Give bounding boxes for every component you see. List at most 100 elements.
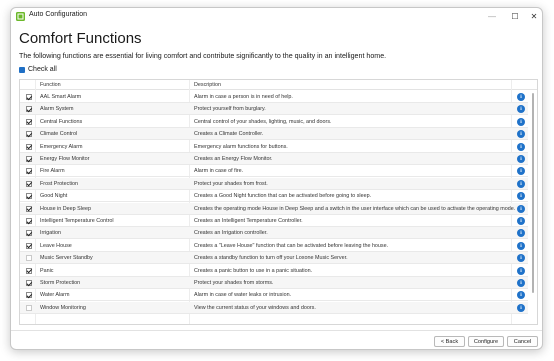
row-checkbox[interactable] — [26, 218, 32, 224]
info-icon[interactable]: i — [517, 254, 525, 263]
table-row[interactable]: Music Server Standby Creates a standby fu… — [20, 252, 528, 265]
info-icon[interactable]: i — [517, 217, 525, 225]
table-row[interactable]: AAL Smart Alarm Alarm in case a person is… — [20, 91, 528, 103]
function-name: AAL Smart Alarm — [40, 94, 82, 100]
function-description: Emergency alarm functions for buttons. — [194, 143, 288, 150]
row-checkbox[interactable] — [26, 131, 32, 138]
scrollbar-thumb[interactable] — [532, 93, 534, 293]
back-button[interactable]: < Back — [434, 336, 465, 347]
function-name: Central Functions — [40, 118, 83, 125]
function-name: Irrigation — [40, 230, 61, 237]
info-icon[interactable]: i — [517, 266, 525, 275]
row-checkbox[interactable] — [26, 280, 32, 286]
info-icon[interactable]: i — [517, 167, 525, 176]
function-description: Alarm in case a person is in need of hel… — [194, 94, 293, 100]
dialog-footer: < Back Configure Cancel — [11, 330, 542, 349]
close-icon[interactable]: ✕ — [522, 8, 542, 25]
info-icon[interactable]: i — [517, 179, 525, 188]
function-name: Fire Alarm — [40, 168, 65, 175]
configure-button[interactable]: Configure — [468, 336, 504, 347]
row-checkbox[interactable] — [26, 255, 32, 262]
table-row[interactable]: Climate Control Creates a Climate Control… — [20, 128, 528, 141]
cancel-button[interactable]: Cancel — [507, 336, 538, 347]
info-icon[interactable]: i — [517, 229, 525, 238]
function-name: Frost Protection — [40, 180, 79, 187]
info-icon[interactable]: i — [517, 241, 525, 250]
window-title: Auto Configuration — [29, 11, 87, 18]
info-icon[interactable]: i — [517, 130, 525, 139]
function-name: Music Server Standby — [40, 255, 93, 262]
table-header: Function Description — [20, 80, 537, 90]
row-checkbox[interactable] — [26, 304, 32, 311]
row-checkbox[interactable] — [26, 118, 32, 125]
table-row[interactable]: House in Deep Sleep Creates the operating… — [20, 202, 528, 215]
column-header-description[interactable]: Description — [194, 82, 221, 88]
table-scrollbar[interactable] — [530, 91, 537, 324]
row-checkbox[interactable] — [26, 106, 32, 113]
info-icon[interactable]: i — [517, 204, 525, 213]
table-row[interactable]: Good Night Creates a Good Night function … — [20, 190, 528, 203]
info-icon[interactable]: i — [517, 291, 525, 300]
row-checkbox[interactable] — [26, 267, 32, 274]
table-row[interactable]: Window Monitoring View the current status… — [20, 301, 528, 314]
info-icon[interactable]: i — [517, 93, 525, 101]
check-all-label: Check all — [28, 66, 57, 73]
function-name: Alarm System — [40, 106, 74, 113]
table-row[interactable]: Energy Flow Monitor Creates an Energy Flo… — [20, 153, 528, 165]
info-icon[interactable]: i — [517, 105, 525, 114]
table-row[interactable]: Storm Protection Protect your shades from… — [20, 277, 528, 289]
function-description: Creates an Irrigation controller. — [194, 230, 268, 237]
function-name: Emergency Alarm — [40, 143, 83, 150]
function-name: Intelligent Temperature Control — [40, 218, 114, 224]
row-checkbox[interactable] — [26, 292, 32, 299]
info-icon[interactable]: i — [517, 279, 525, 287]
info-icon[interactable]: i — [517, 155, 525, 163]
table-row[interactable]: Frost Protection Protect your shades from… — [20, 177, 528, 190]
check-all-box[interactable] — [19, 66, 25, 73]
row-checkbox[interactable] — [26, 143, 32, 150]
page-intro: The following functions are essential fo… — [19, 52, 387, 60]
function-description: Creates an Energy Flow Monitor. — [194, 156, 273, 162]
check-all-checkbox[interactable]: Check all — [19, 66, 57, 73]
function-name: Climate Control — [40, 131, 78, 138]
functions-table: Function Description AAL Smart Alarm Alar… — [19, 79, 538, 325]
row-checkbox[interactable] — [26, 180, 32, 187]
function-description: Protect yourself from burglary. — [194, 106, 266, 113]
app-icon — [16, 12, 25, 21]
table-row[interactable]: Panic Creates a panic button to use in a … — [20, 265, 528, 277]
function-description: Alarm in case of fire. — [194, 168, 244, 175]
table-row[interactable]: Water Alarm Alarm in case of water leaks … — [20, 289, 528, 302]
function-name: Energy Flow Monitor — [40, 156, 90, 162]
table-row[interactable]: Leave House Creates a "Leave House" funct… — [20, 240, 528, 252]
row-checkbox[interactable] — [26, 230, 32, 237]
function-description: Creates a standby function to turn off y… — [194, 255, 348, 262]
row-checkbox[interactable] — [26, 168, 32, 175]
row-checkbox[interactable] — [26, 242, 32, 249]
table-row[interactable]: Emergency Alarm Emergency alarm functions… — [20, 141, 528, 153]
function-description: Creates a panic button to use in a panic… — [194, 267, 313, 274]
row-checkbox[interactable] — [26, 205, 32, 212]
info-icon[interactable]: i — [517, 192, 525, 201]
table-row[interactable]: Alarm System Protect yourself from burgla… — [20, 103, 528, 116]
function-description: Protect your shades from storms. — [194, 280, 274, 286]
info-icon[interactable]: i — [517, 117, 525, 126]
function-description: Creates a Climate Controller. — [194, 131, 264, 138]
function-name: Good Night — [40, 193, 68, 200]
minimize-icon[interactable]: — — [480, 8, 504, 25]
info-icon[interactable]: i — [517, 303, 525, 312]
function-description: Protect your shades from frost. — [194, 180, 268, 187]
table-row[interactable]: Fire Alarm Alarm in case of fire. i — [20, 165, 528, 178]
function-description: View the current status of your windows … — [194, 304, 316, 311]
page-title: Comfort Functions — [19, 30, 142, 47]
table-row[interactable]: Irrigation Creates an Irrigation controll… — [20, 227, 528, 240]
row-checkbox[interactable] — [26, 156, 32, 162]
row-checkbox[interactable] — [26, 94, 32, 100]
auto-configuration-window: Auto Configuration — ☐ ✕ Comfort Functio… — [10, 7, 543, 350]
info-icon[interactable]: i — [517, 142, 525, 151]
column-header-function[interactable]: Function — [40, 82, 61, 88]
table-row[interactable]: Central Functions Central control of your… — [20, 116, 528, 128]
function-name: Leave House — [40, 242, 72, 249]
table-row[interactable]: Intelligent Temperature Control Creates a… — [20, 215, 528, 227]
function-name: Window Monitoring — [40, 304, 86, 311]
row-checkbox[interactable] — [26, 193, 32, 200]
